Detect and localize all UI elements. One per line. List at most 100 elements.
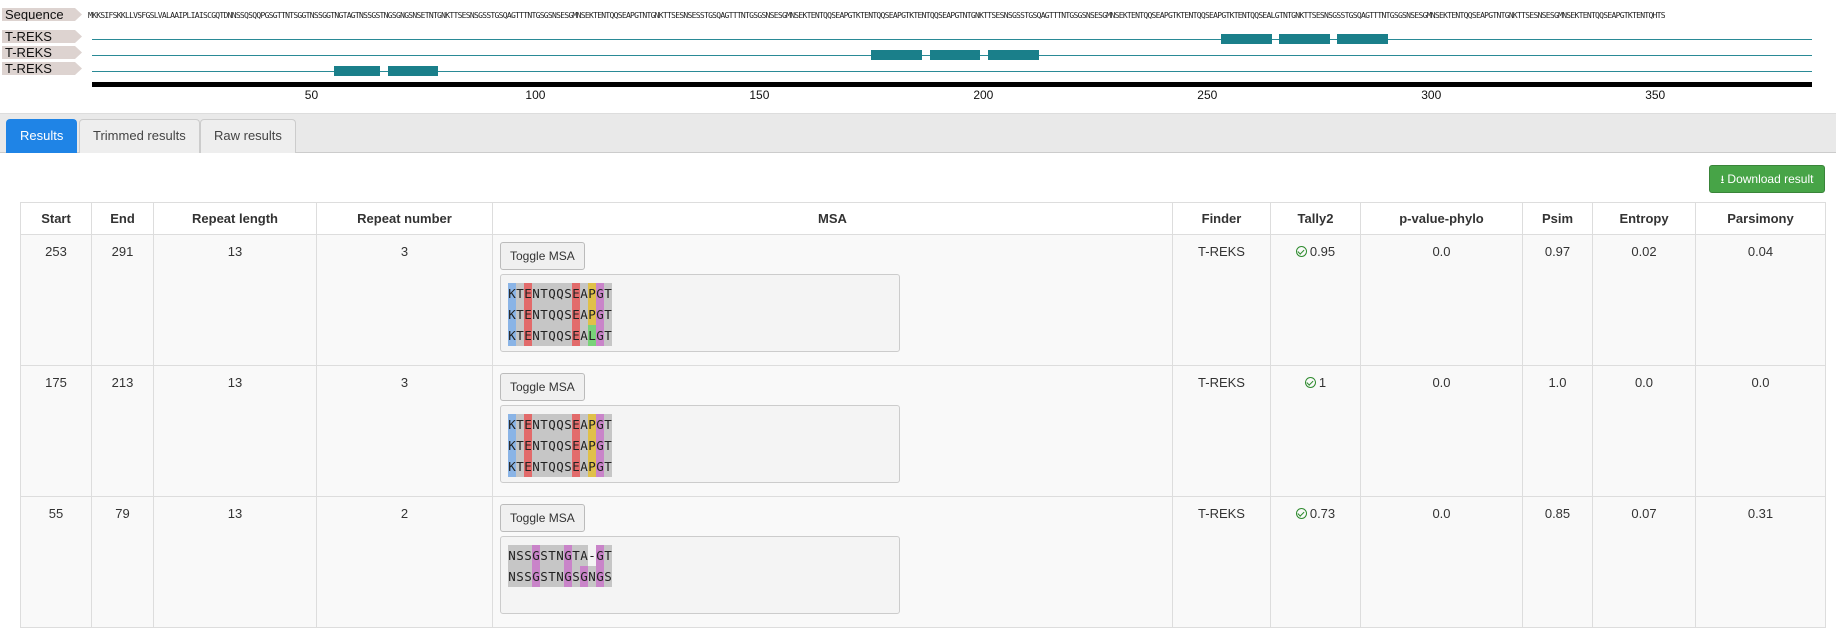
results-tabs: Results Trimmed results Raw results [0, 114, 1836, 153]
cell-repeat-length: 13 [153, 365, 317, 497]
cell-parsimony: 0.0 [1695, 365, 1826, 497]
msa-residue: G [596, 414, 604, 435]
msa-residue: - [588, 545, 596, 566]
repeat-unit-feature[interactable] [1220, 34, 1272, 44]
cell-entropy: 0.0 [1592, 365, 1696, 497]
cell-msa: Toggle MSA KTENTQQSEAPGT KTENTQQSEAPGT K… [492, 365, 1173, 497]
msa-residue: S [524, 566, 532, 587]
tab-trimmed-results[interactable]: Trimmed results [79, 119, 200, 153]
msa-residue: T [540, 283, 548, 304]
msa-residue: K [508, 435, 516, 456]
header-entropy[interactable]: Entropy [1592, 202, 1696, 235]
cell-parsimony: 0.04 [1695, 234, 1826, 366]
msa-residue: T [540, 414, 548, 435]
toggle-msa-button[interactable]: Toggle MSA [500, 242, 585, 270]
repeat-unit-feature[interactable] [387, 66, 439, 76]
toggle-msa-button[interactable]: Toggle MSA [500, 373, 585, 401]
track-label-treks-2: T-REKS [2, 46, 82, 59]
msa-residue: E [524, 325, 532, 346]
msa-residue: G [596, 545, 604, 566]
msa-residue: S [524, 545, 532, 566]
repeat-unit-feature[interactable] [929, 50, 981, 60]
cell-start: 55 [20, 496, 92, 628]
msa-line: KTENTQQSEAPGT [508, 456, 892, 477]
header-psim[interactable]: Psim [1522, 202, 1593, 235]
msa-line: KTENTQQSEALGT [508, 325, 892, 346]
cell-parsimony: 0.31 [1695, 496, 1826, 628]
track-label-trekS-1: T-REKS [2, 30, 82, 43]
repeat-unit-feature[interactable] [871, 50, 923, 60]
tab-results[interactable]: Results [6, 119, 78, 153]
msa-residue: E [524, 414, 532, 435]
cell-tally2: 1 [1270, 365, 1361, 497]
cell-msa: Toggle MSA KTENTQQSEAPGT KTENTQQSEAPGT K… [492, 234, 1173, 366]
msa-residue: S [564, 414, 572, 435]
msa-residue: T [548, 545, 556, 566]
msa-residue: S [516, 545, 524, 566]
tab-raw-results[interactable]: Raw results [200, 119, 296, 153]
header-parsimony[interactable]: Parsimony [1695, 202, 1826, 235]
msa-residue: T [548, 566, 556, 587]
cell-msa: Toggle MSA NSSGSTNGTA-GT NSSGSTNGSGNGS [492, 496, 1173, 628]
msa-residue: E [524, 304, 532, 325]
msa-residue: T [516, 304, 524, 325]
msa-residue: G [580, 566, 588, 587]
tally2-value: 0.73 [1309, 506, 1336, 521]
header-repeat-length[interactable]: Repeat length [153, 202, 317, 235]
msa-residue: P [588, 456, 596, 477]
msa-residue: S [572, 566, 580, 587]
msa-residue: T [604, 545, 612, 566]
msa-residue: K [508, 283, 516, 304]
cell-psim: 1.0 [1522, 365, 1593, 497]
table-row: 55 79 13 2 Toggle MSA NSSGSTNGTA-GT NSSG… [20, 496, 1826, 628]
header-tally2[interactable]: Tally2 [1270, 202, 1361, 235]
msa-residue: Q [548, 283, 556, 304]
header-p-value-phylo[interactable]: p-value-phylo [1360, 202, 1523, 235]
msa-residue: T [540, 304, 548, 325]
cell-repeat-number: 3 [316, 234, 493, 366]
table-row: 253 291 13 3 Toggle MSA KTENTQQSEAPGT KT… [20, 234, 1826, 366]
cell-p-value-phylo: 0.0 [1360, 234, 1523, 366]
msa-residue: A [580, 435, 588, 456]
repeat-unit-feature[interactable] [1337, 34, 1388, 44]
msa-residue: P [588, 304, 596, 325]
cell-end: 213 [91, 365, 154, 497]
axis-tick-label: 300 [1421, 88, 1442, 102]
msa-residue: E [572, 414, 580, 435]
msa-residue: N [532, 414, 540, 435]
header-start[interactable]: Start [20, 202, 92, 235]
cell-end: 79 [91, 496, 154, 628]
msa-residue: K [508, 325, 516, 346]
check-circle-icon [1304, 377, 1316, 388]
msa-residue: G [532, 545, 540, 566]
msa-residue: A [580, 304, 588, 325]
tally2-value: 0.95 [1309, 244, 1336, 259]
table-header-row: Start End Repeat length Repeat number MS… [20, 202, 1826, 235]
msa-residue: T [604, 304, 612, 325]
cell-tally2: 0.95 [1270, 234, 1361, 366]
cell-start: 175 [20, 365, 92, 497]
msa-residue: A [580, 456, 588, 477]
cell-entropy: 0.07 [1592, 496, 1696, 628]
repeat-unit-feature[interactable] [333, 66, 381, 76]
header-end[interactable]: End [91, 202, 154, 235]
msa-residue: G [564, 566, 572, 587]
header-msa[interactable]: MSA [492, 202, 1173, 235]
msa-residue: T [540, 325, 548, 346]
track-line-1 [92, 39, 1812, 40]
msa-residue: Q [556, 283, 564, 304]
toggle-msa-button[interactable]: Toggle MSA [500, 504, 585, 532]
header-finder[interactable]: Finder [1172, 202, 1271, 235]
msa-residue: S [564, 435, 572, 456]
msa-residue: S [564, 304, 572, 325]
repeat-unit-feature[interactable] [987, 50, 1039, 60]
cell-tally2: 0.73 [1270, 496, 1361, 628]
download-result-button[interactable]: ⭳ Download result [1709, 165, 1825, 193]
check-circle-icon [1295, 508, 1307, 519]
msa-residue: K [508, 456, 516, 477]
msa-residue: Q [556, 304, 564, 325]
msa-residue: N [508, 566, 516, 587]
header-repeat-number[interactable]: Repeat number [316, 202, 493, 235]
sequence-axis [92, 82, 1812, 87]
repeat-unit-feature[interactable] [1278, 34, 1330, 44]
